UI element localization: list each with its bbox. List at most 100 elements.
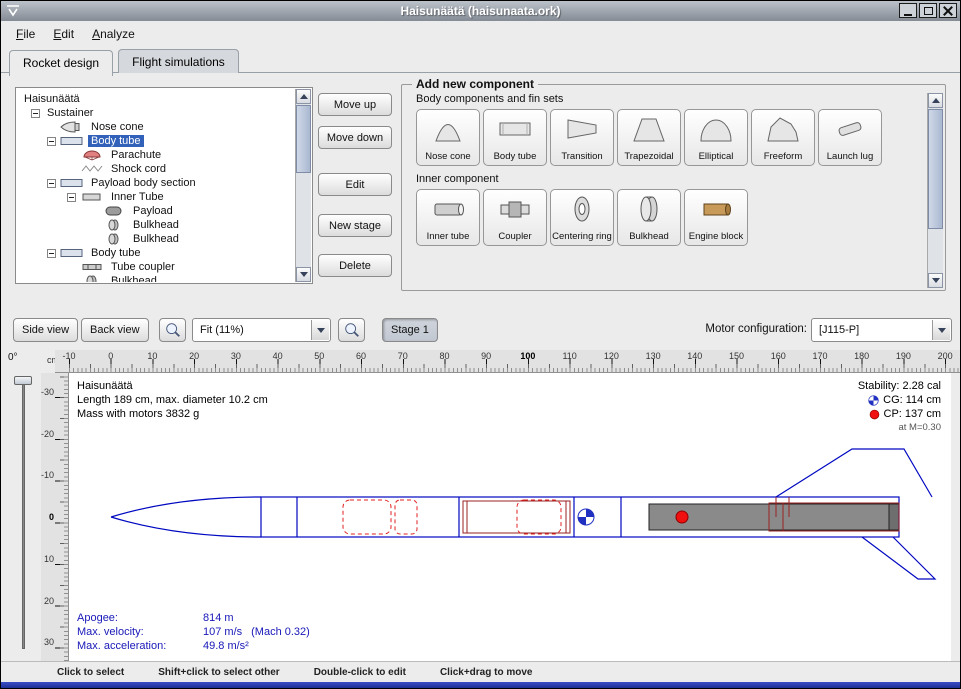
add-inner-tube-button[interactable]: Inner tube — [416, 189, 480, 246]
scroll-up-button[interactable] — [296, 89, 311, 104]
new-stage-button[interactable]: New stage — [318, 214, 392, 237]
component-panel-scrollbar[interactable] — [927, 93, 943, 288]
add-trapezoidal-fin-button[interactable]: Trapezoidal — [617, 109, 681, 166]
rocket-dimensions: Length 189 cm, max. diameter 10.2 cm — [77, 393, 268, 407]
tree-item-sustainer[interactable]: Sustainer — [17, 106, 295, 120]
tree-item-parachute[interactable]: Parachute — [17, 148, 295, 162]
menubar: File Edit Analyze — [1, 21, 960, 46]
add-engine-block-button[interactable]: Engine block — [684, 189, 748, 246]
add-component-panel: Add new component Body components and fi… — [401, 77, 946, 291]
add-centering-ring-button[interactable]: Centering ring — [550, 189, 614, 246]
tree-item-payload-body-section[interactable]: Payload body section — [17, 176, 295, 190]
delete-button[interactable]: Delete — [318, 254, 392, 277]
add-elliptical-fin-button[interactable]: Elliptical — [684, 109, 748, 166]
h-ruler-label: 10 — [147, 351, 157, 361]
menu-file[interactable]: File — [7, 23, 44, 45]
menu-edit[interactable]: Edit — [44, 23, 83, 45]
move-up-button[interactable]: Move up — [318, 93, 392, 116]
tree-item-tube-coupler[interactable]: Tube coupler — [17, 260, 295, 274]
collapse-icon[interactable] — [47, 249, 56, 258]
h-ruler-label: 200 — [938, 351, 953, 361]
centering-ring-icon — [562, 194, 602, 224]
tree-item-bulkhead[interactable]: Bulkhead — [17, 232, 295, 246]
maximize-button[interactable] — [919, 3, 937, 18]
tree-item-rocket[interactable]: Haisunäätä — [17, 92, 295, 106]
minimize-icon — [904, 14, 912, 16]
inner-tube-icon — [80, 191, 104, 203]
edit-button[interactable]: Edit — [318, 173, 392, 196]
tab-flight-simulations[interactable]: Flight simulations — [118, 49, 239, 73]
tab-rocket-design[interactable]: Rocket design — [9, 50, 113, 76]
add-bulkhead-button[interactable]: Bulkhead — [617, 189, 681, 246]
add-transition-button[interactable]: Transition — [550, 109, 614, 166]
zoom-out-button[interactable] — [338, 318, 365, 342]
scroll-up-button[interactable] — [928, 93, 943, 108]
h-ruler-label: 160 — [771, 351, 786, 361]
stage-1-toggle[interactable]: Stage 1 — [382, 318, 438, 342]
add-coupler-button[interactable]: Coupler — [483, 189, 547, 246]
move-down-button[interactable]: Move down — [318, 126, 392, 149]
tree-item-shock-cord[interactable]: Shock cord — [17, 162, 295, 176]
rotation-slider[interactable] — [22, 381, 25, 649]
zoom-in-button[interactable] — [159, 318, 186, 342]
add-body-tube-button[interactable]: Body tube — [483, 109, 547, 166]
hint-shift-click: Shift+click to select other — [158, 667, 279, 678]
tree-item-payload[interactable]: Payload — [17, 204, 295, 218]
motor-configuration-select[interactable]: [J115-P] — [811, 318, 952, 342]
titlebar[interactable]: Haisunäätä (haisunaata.ork) — [1, 1, 960, 21]
h-ruler-label: 30 — [231, 351, 241, 361]
scrollbar-thumb[interactable] — [296, 105, 311, 173]
h-ruler: -100102030405060708090100110120130140150… — [55, 350, 961, 373]
magnifier-icon — [164, 321, 182, 339]
scroll-down-button[interactable] — [296, 267, 311, 282]
engine-block-icon — [696, 194, 736, 224]
add-freeform-fin-button[interactable]: Freeform — [751, 109, 815, 166]
maximize-icon — [924, 7, 933, 15]
add-launch-lug-button[interactable]: Launch lug — [818, 109, 882, 166]
h-ruler-label: 190 — [896, 351, 911, 361]
bulkhead-icon — [102, 233, 126, 245]
collapse-icon[interactable] — [47, 137, 56, 146]
hint-click-drag: Click+drag to move — [440, 667, 533, 678]
back-view-button[interactable]: Back view — [81, 318, 149, 342]
zoom-select[interactable]: Fit (11%) — [192, 318, 331, 342]
collapse-icon[interactable] — [47, 179, 56, 188]
shock-cord-icon — [80, 163, 104, 175]
rocket-canvas[interactable]: Haisunäätä Length 189 cm, max. diameter … — [69, 373, 951, 661]
tree-scrollbar[interactable] — [295, 89, 311, 282]
side-view-button[interactable]: Side view — [13, 318, 78, 342]
component-tree: Haisunäätä Sustainer Nose cone Body tube… — [17, 89, 295, 282]
scrollbar-thumb[interactable] — [928, 109, 943, 229]
h-ruler-label: 80 — [439, 351, 449, 361]
menu-analyze[interactable]: Analyze — [83, 23, 144, 45]
tree-item-body-tube[interactable]: Body tube — [17, 134, 295, 148]
tree-item-inner-tube[interactable]: Inner Tube — [17, 190, 295, 204]
h-ruler-label: 20 — [189, 351, 199, 361]
tree-item-nose-cone[interactable]: Nose cone — [17, 120, 295, 134]
nose-cone-icon — [428, 114, 468, 144]
tube-coupler-icon — [80, 261, 104, 273]
arrow-up-icon — [932, 98, 940, 103]
close-button[interactable] — [939, 3, 957, 18]
rotation-slider-thumb[interactable] — [14, 376, 32, 385]
tree-item-bulkhead[interactable]: Bulkhead — [17, 218, 295, 232]
collapse-icon[interactable] — [31, 109, 40, 118]
add-nose-cone-button[interactable]: Nose cone — [416, 109, 480, 166]
arrow-down-icon — [300, 272, 308, 277]
v-ruler: -30-20-100102030 — [41, 373, 69, 661]
h-ruler-label: 40 — [273, 351, 283, 361]
cp-value: CP: 137 cm — [884, 407, 941, 421]
v-ruler-label: 30 — [44, 637, 54, 647]
apogee-value: 814 m — [203, 611, 234, 625]
hint-click-select: Click to select — [57, 667, 124, 678]
tree-item-body-tube-2[interactable]: Body tube — [17, 246, 295, 260]
collapse-icon[interactable] — [67, 193, 76, 202]
v-ruler-label: -30 — [41, 387, 54, 397]
minimize-button[interactable] — [899, 3, 917, 18]
scroll-down-button[interactable] — [928, 273, 943, 288]
v-ruler-label: -20 — [41, 429, 54, 439]
bottom-strip — [1, 682, 960, 689]
component-tree-panel: Haisunäätä Sustainer Nose cone Body tube… — [15, 87, 313, 284]
inner-components-label: Inner component — [416, 173, 937, 185]
tree-item-bulkhead[interactable]: Bulkhead — [17, 274, 295, 282]
